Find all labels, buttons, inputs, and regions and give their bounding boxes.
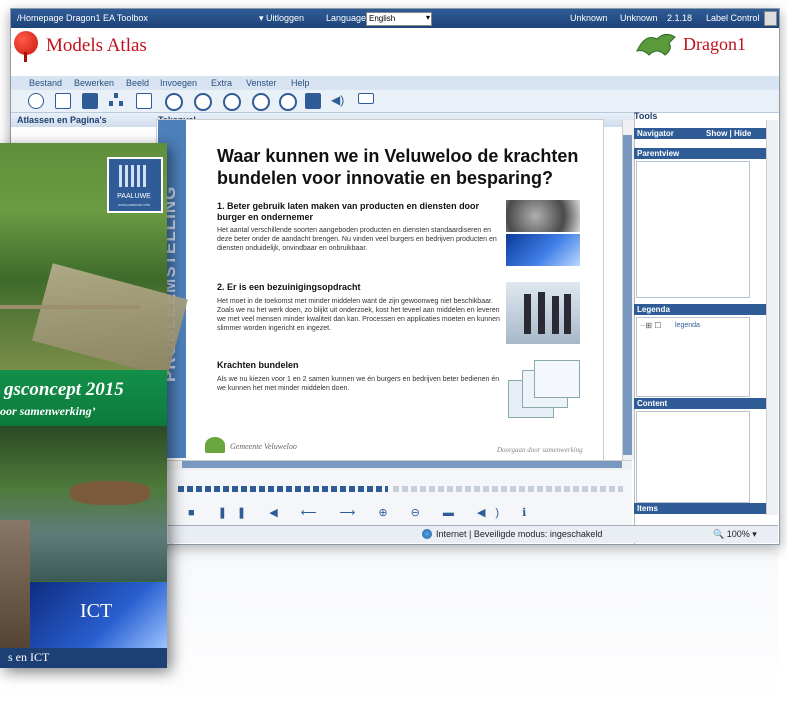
brand-title: Dragon1	[683, 34, 746, 54]
items-bar: Items	[634, 503, 767, 514]
content-label: Content	[637, 399, 668, 408]
content-panel	[636, 411, 750, 503]
menu-extra[interactable]: Extra	[211, 78, 232, 88]
sound-icon[interactable]: ◀)	[331, 93, 345, 107]
menu-bewerken[interactable]: Bewerken	[74, 78, 114, 88]
comment-icon[interactable]	[305, 93, 321, 109]
brochure-fence-shape	[0, 305, 140, 309]
slide-footer-left: Gemeente Veluweloo	[230, 442, 297, 451]
brochure-people-photo	[0, 520, 30, 648]
menu-beeld[interactable]: Beeld	[126, 78, 149, 88]
image-icon[interactable]	[136, 93, 152, 109]
language-label: Language :	[326, 13, 372, 23]
legenda-label: Legenda	[637, 305, 670, 314]
language-select[interactable]: English ▾	[366, 12, 432, 26]
gears-image	[506, 200, 580, 232]
homepage-link[interactable]: /Homepage Dragon1 EA Toolbox	[17, 13, 148, 23]
legenda-bar: Legenda	[634, 304, 767, 315]
zoom-level[interactable]: 🔍 100% ▾	[713, 529, 757, 540]
progress-dots-empty	[393, 486, 623, 492]
navigator-label: Navigator	[637, 129, 674, 138]
left-pane-header: Atlassen en Pagina's	[11, 113, 171, 127]
screenshots-image	[508, 360, 580, 420]
brochure-ict-label: ICT	[80, 600, 113, 622]
window-reflection	[168, 545, 778, 705]
security-zone-text: Internet | Beveiligde modus: ingeschakel…	[436, 529, 603, 539]
menu-bestand[interactable]: Bestand	[29, 78, 62, 88]
parentview-panel	[636, 161, 750, 298]
shape-icon-1[interactable]	[165, 93, 183, 111]
toolbar: ◀)	[11, 90, 779, 113]
progress-dots	[178, 486, 388, 492]
brochure-title: gsconcept 2015	[4, 379, 124, 400]
menu-venster[interactable]: Venster	[246, 78, 277, 88]
brochure-subtitle: oor samenwerking’	[0, 404, 96, 418]
section-3-body: Als we nu kiezen voor 1 en 2 samen kunne…	[217, 376, 500, 392]
legenda-panel: ··⊞ ☐ legenda	[636, 317, 750, 397]
content-bar: Content	[634, 398, 767, 409]
slide-title: Waar kunnen we in Veluweloo de krachten …	[217, 146, 579, 188]
shape-icon-3[interactable]	[223, 93, 241, 111]
app-logo-stem	[24, 52, 27, 62]
refresh-icon[interactable]	[279, 93, 297, 111]
tree-expander-icon[interactable]: ··⊞ ☐	[640, 321, 661, 330]
items-label: Items	[637, 504, 658, 513]
top-bar: /Homepage Dragon1 EA Toolbox ▾ Uitloggen…	[11, 9, 779, 28]
menu-invoegen[interactable]: Invoegen	[160, 78, 197, 88]
version-label: 2.1.18	[667, 13, 693, 23]
shape-icon-2[interactable]	[194, 93, 212, 111]
section-1-body: Het aantal verschillende soorten aangebo…	[217, 227, 497, 252]
dragon-logo-icon	[636, 33, 676, 56]
browser-status-bar: Internet | Beveiligde modus: ingeschakel…	[168, 525, 778, 543]
hierarchy-icon[interactable]	[109, 93, 123, 107]
business-people-image	[506, 282, 580, 344]
app-title: Models Atlas	[46, 35, 147, 56]
tools-title: Tools	[634, 111, 658, 121]
brochure-footer-text: s en ICT	[8, 650, 50, 664]
section-1-heading: 1. Beter gebruik laten maken van product…	[217, 201, 480, 222]
municipality-logo-icon	[205, 437, 225, 453]
save-icon[interactable]	[82, 93, 98, 109]
internet-zone-icon	[422, 529, 432, 539]
left-pane-title: Atlassen en Pagina's	[17, 115, 107, 125]
paaluwe-logo-text: PAALUWE	[117, 193, 151, 200]
section-2-heading: 2. Er is een bezuinigingsopdracht	[217, 282, 361, 292]
windows-image	[506, 234, 580, 266]
menu-bar: Bestand Bewerken Beeld Invoegen Extra Ve…	[11, 76, 779, 90]
logout-link[interactable]: ▾ Uitloggen	[259, 13, 304, 24]
parentview-label: Parentview	[637, 149, 680, 158]
user-link-2[interactable]: Unknown	[620, 13, 658, 23]
parentview-bar: Parentview	[634, 148, 767, 159]
shape-icon-4[interactable]	[252, 93, 270, 111]
legenda-item[interactable]: legenda	[675, 322, 700, 329]
navigator-bar: Navigator Show | Hide	[634, 128, 767, 139]
menu-help[interactable]: Help	[291, 78, 310, 88]
globe-icon[interactable]	[28, 93, 44, 109]
vertical-scroll-thumb[interactable]	[623, 135, 632, 455]
control-strip: ■ ❚❚ ◀ ⟵ ⟶ ⊕ ⊖ ▬ ◀) ℹ	[168, 470, 632, 525]
section-2-body: Het moet in de toekomst met minder midde…	[217, 298, 500, 332]
horizontal-scroll-thumb[interactable]	[182, 461, 622, 468]
new-page-icon[interactable]	[55, 93, 71, 109]
navigator-actions[interactable]: Show | Hide	[706, 129, 751, 138]
tools-scrollbar[interactable]	[766, 120, 778, 515]
user-link-1[interactable]: Unknown	[570, 13, 608, 23]
label-control-link[interactable]: Label Control	[706, 13, 760, 23]
presentation-icon[interactable]	[358, 93, 374, 104]
paaluwe-logo-url: www.paaluwe.info	[117, 202, 151, 207]
scroll-up-button[interactable]	[764, 11, 777, 26]
playback-controls[interactable]: ■ ❚❚ ◀ ⟵ ⟶ ⊕ ⊖ ▬ ◀) ℹ	[188, 506, 536, 519]
section-3-heading: Krachten bundelen	[217, 360, 299, 370]
logout-label: Uitloggen	[266, 13, 305, 23]
chevron-down-icon: ▾	[425, 13, 430, 22]
language-value: English	[369, 14, 396, 23]
slide-footer-right: Doorgaan door samenwerking	[497, 446, 583, 454]
zoom-value: 100%	[726, 529, 750, 539]
